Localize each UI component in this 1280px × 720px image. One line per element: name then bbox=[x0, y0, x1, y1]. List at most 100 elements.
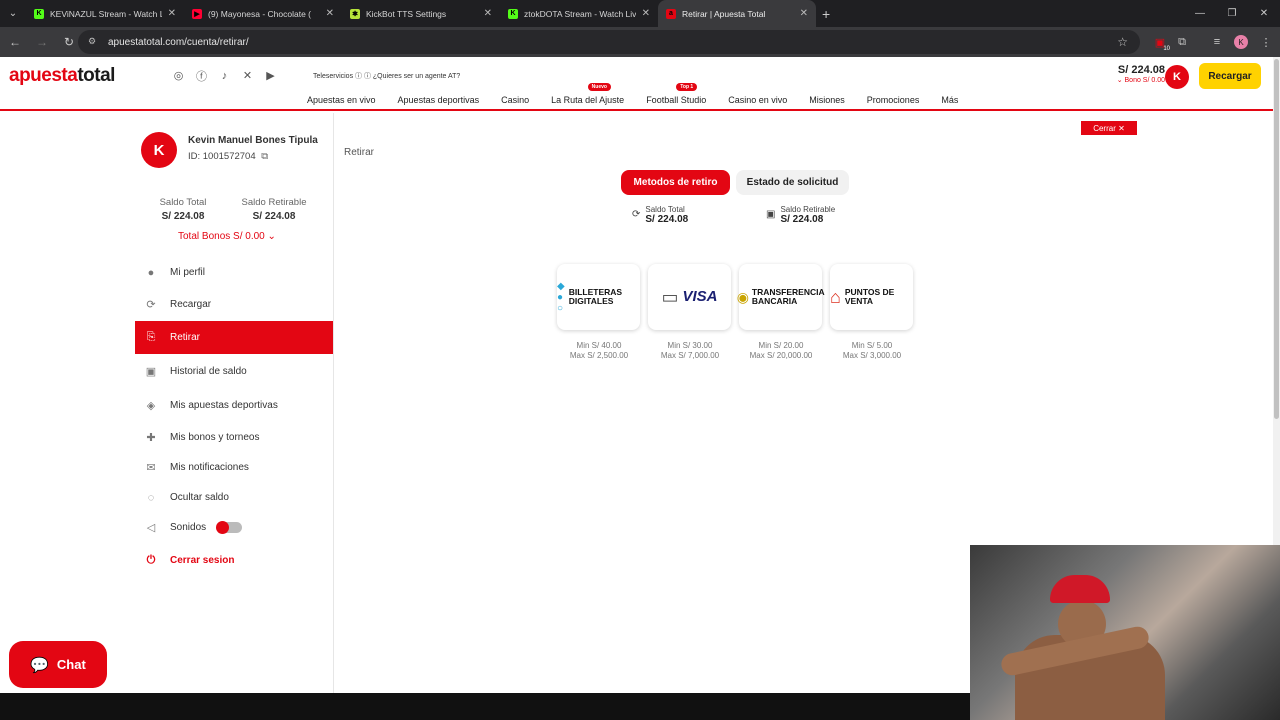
chat-button[interactable]: 💬 Chat bbox=[9, 641, 107, 688]
nav-link[interactable]: La Ruta del Ajuste Nuevo bbox=[551, 83, 625, 105]
withdraw-method-label: PUNTOS DE VENTA bbox=[844, 287, 895, 306]
tab-search-icon[interactable]: ⌄ bbox=[0, 0, 26, 27]
nav-link[interactable]: Promociones bbox=[867, 95, 920, 105]
browser-tab[interactable]: ▶ (9) Mayonesa - Chocolate (✕ bbox=[184, 0, 342, 27]
x-icon[interactable]: ✕ bbox=[241, 69, 254, 82]
min-limit: Min S/ 20.00 bbox=[758, 341, 804, 350]
tiktok-icon[interactable]: ♪ bbox=[218, 69, 231, 82]
sidebar-item-mis-bonos-y-torneos[interactable]: ✚ Mis bonos y torneos bbox=[135, 421, 333, 454]
withdraw-method-card[interactable]: ▭ VISA bbox=[648, 264, 731, 330]
sidebar-item-mis-apuestas-deportivas[interactable]: ◈ Mis apuestas deportivas bbox=[135, 389, 333, 422]
sidebar-item-ocultar-saldo[interactable]: ◌ Ocultar saldo bbox=[135, 481, 333, 514]
saldo-retirable-label: Saldo Retirable bbox=[241, 197, 307, 208]
chat-label: Chat bbox=[56, 657, 86, 672]
puzzle-icon[interactable]: ⧉ bbox=[1170, 30, 1194, 54]
tab-estado-de-solicitud[interactable]: Estado de solicitud bbox=[736, 170, 849, 195]
nav-link[interactable]: Casino en vivo bbox=[728, 95, 787, 105]
nav-link[interactable]: Misiones bbox=[809, 95, 845, 105]
profile-id: ID: 1001572704 ⧉ bbox=[188, 151, 268, 162]
nav-link[interactable]: Apuestas deportivas bbox=[398, 95, 480, 105]
browser-tab[interactable]: K KEViNAZUL Stream - Watch Live ✕ bbox=[26, 0, 184, 27]
bookmark-star-icon[interactable]: ☆ bbox=[1117, 35, 1128, 49]
browser-tab[interactable]: ✱ KickBot TTS Settings ✕ bbox=[342, 0, 500, 27]
profile-icon[interactable]: K bbox=[1229, 30, 1253, 54]
sidebar-item-historial-de-saldo[interactable]: ▣ Historial de saldo bbox=[135, 355, 333, 388]
site-info-icon[interactable]: ⚙ bbox=[88, 36, 100, 48]
tab-favicon-icon: a bbox=[666, 8, 676, 19]
sidebar-item-retirar[interactable]: ⎘ Retirar bbox=[135, 321, 333, 354]
user-icon: ● bbox=[147, 266, 155, 279]
extension-badge: 10 bbox=[1163, 46, 1170, 52]
cerrar-button[interactable]: Cerrar ✕ bbox=[1081, 121, 1137, 135]
teleservicios-link[interactable]: Teleservicios ⓘ ⓘ ¿Quieres ser un agente… bbox=[313, 71, 460, 81]
browser-toolbar: ← → ↻ ⚙ apuestatotal.com/cuenta/retirar/… bbox=[0, 27, 1280, 57]
summary-saldo-retirable: ▣ Saldo Retirable S/ 224.08 bbox=[766, 205, 835, 225]
header-balance[interactable]: S/ 224.08 ⌄ Bono S/ 0.00 bbox=[1117, 64, 1165, 84]
max-limit: Max S/ 3,000.00 bbox=[842, 350, 902, 360]
tab-close-icon[interactable]: ✕ bbox=[326, 8, 334, 19]
logo-part-a: apuesta bbox=[9, 65, 78, 86]
facebook-icon[interactable]: ⓕ bbox=[195, 69, 208, 83]
nav-link[interactable]: Más bbox=[941, 95, 958, 105]
recargar-button[interactable]: Recargar bbox=[1199, 63, 1261, 89]
max-limit: Max S/ 7,000.00 bbox=[660, 350, 720, 360]
page-title: Retirar bbox=[344, 147, 375, 158]
tab-title: KickBot TTS Settings bbox=[366, 8, 447, 19]
nav-link[interactable]: Apuestas en vivo bbox=[307, 95, 376, 105]
nav-link-label: Casino bbox=[501, 95, 530, 105]
withdraw-limits: Min S/ 5.00 Max S/ 3,000.00 bbox=[827, 341, 917, 360]
close-window-icon[interactable]: ✕ bbox=[1248, 0, 1280, 27]
speaker-icon: ◁ bbox=[146, 522, 156, 534]
browser-tab[interactable]: a Retirar | Apuesta Total ✕ bbox=[658, 0, 816, 27]
tab-close-icon[interactable]: ✕ bbox=[484, 8, 492, 19]
sidebar-item-sonidos[interactable]: ◁ Sonidos bbox=[135, 511, 333, 544]
back-icon[interactable]: ← bbox=[3, 30, 27, 54]
withdraw-method-card[interactable]: ⌂ PUNTOS DE VENTA bbox=[830, 264, 913, 330]
eye-off-icon: ◌ bbox=[147, 491, 155, 504]
scrollbar-thumb[interactable] bbox=[1274, 59, 1279, 419]
chat-icon: 💬 bbox=[30, 656, 49, 674]
tab-close-icon[interactable]: ✕ bbox=[642, 8, 650, 19]
nav-link[interactable]: Football Studio Top 1 bbox=[646, 83, 707, 105]
nav-link-label: La Ruta del Ajuste bbox=[551, 95, 625, 105]
tab-close-icon[interactable]: ✕ bbox=[800, 8, 808, 19]
media-icon[interactable]: ≡ bbox=[1205, 30, 1229, 54]
maximize-icon[interactable]: ❐ bbox=[1216, 0, 1248, 27]
kebab-menu-icon[interactable]: ⋮ bbox=[1254, 30, 1278, 54]
withdraw-method-card[interactable]: ◉ TRANSFERENCIA BANCARIA bbox=[737, 264, 825, 330]
sidebar-item-cerrar-sesion[interactable]: ⏻ Cerrar sesion bbox=[135, 544, 333, 577]
profile-id-text: ID: 1001572704 bbox=[188, 151, 256, 162]
account-sidebar: K Kevin Manuel Bones Tipula ID: 10015727… bbox=[0, 113, 334, 693]
new-tab-button[interactable]: + bbox=[822, 6, 830, 22]
gift-icon: ✚ bbox=[146, 432, 156, 444]
forward-icon[interactable]: → bbox=[30, 30, 54, 54]
nav-link-label: Apuestas en vivo bbox=[307, 95, 376, 105]
copy-icon[interactable]: ⧉ bbox=[261, 151, 268, 162]
tab-title: Retirar | Apuesta Total bbox=[682, 8, 766, 19]
apuestatotal-logo[interactable]: apuestatotal bbox=[9, 65, 115, 87]
tab-metodos-de-retiro[interactable]: Metodos de retiro bbox=[621, 170, 730, 195]
total-bonos-toggle[interactable]: Total Bonos S/ 0.00 ⌄ bbox=[178, 231, 276, 242]
withdraw-method-label: TRANSFERENCIA BANCARIA bbox=[751, 287, 825, 306]
url-text: apuestatotal.com/cuenta/retirar/ bbox=[108, 36, 249, 48]
address-bar[interactable]: ⚙ apuestatotal.com/cuenta/retirar/ ☆ bbox=[78, 30, 1140, 54]
extension-icon[interactable]: ▣ 10 bbox=[1148, 30, 1172, 54]
nav-link[interactable]: Casino bbox=[501, 95, 529, 105]
minimize-icon[interactable]: — bbox=[1184, 0, 1216, 27]
browser-tab[interactable]: KztokDOTA Stream - Watch Live ✕ bbox=[500, 0, 658, 27]
saldo-total-value: S/ 224.08 bbox=[161, 211, 205, 222]
withdraw-method-card[interactable]: ◆ ● ○ BILLETERAS DIGITALES bbox=[557, 264, 640, 330]
summary-retirable-value: S/ 224.08 bbox=[780, 214, 824, 225]
sidebar-item-mi-perfil[interactable]: ● Mi perfil bbox=[135, 256, 333, 289]
summary-total-value: S/ 224.08 bbox=[645, 214, 689, 225]
tab-favicon-icon: K bbox=[508, 8, 518, 19]
user-avatar[interactable]: K bbox=[1165, 65, 1189, 89]
tab-close-icon[interactable]: ✕ bbox=[168, 8, 176, 19]
nav-link-label: Football Studio bbox=[646, 95, 707, 105]
youtube-icon[interactable]: ▶ bbox=[264, 69, 277, 82]
sound-toggle[interactable] bbox=[216, 521, 243, 534]
instagram-icon[interactable]: ◎ bbox=[172, 69, 185, 82]
sidebar-item-recargar[interactable]: ⟳ Recargar bbox=[135, 288, 333, 321]
sidebar-item-mis-notificaciones[interactable]: ✉ Mis notificaciones bbox=[135, 451, 333, 484]
tab-title: (9) Mayonesa - Chocolate ( bbox=[208, 8, 311, 19]
